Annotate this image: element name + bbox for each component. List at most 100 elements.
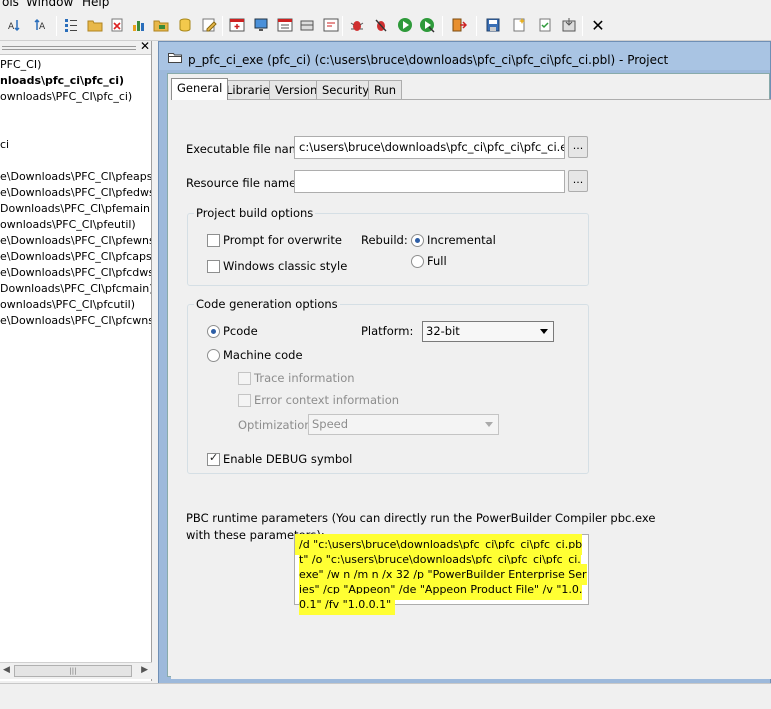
cabinet-icon[interactable] <box>298 16 316 34</box>
save-icon[interactable] <box>484 16 502 34</box>
close-pane-icon[interactable]: ✕ <box>140 41 150 53</box>
window-list-icon[interactable] <box>276 16 294 34</box>
optimization-select[interactable]: Speed <box>308 414 499 435</box>
optimization-value: Speed <box>312 417 349 431</box>
optimization-label: Optimization: <box>238 418 316 432</box>
project-painter: General Libraries Version Security Run E… <box>167 73 771 679</box>
full-label: Full <box>427 254 447 268</box>
scroll-thumb[interactable]: ||| <box>14 665 132 677</box>
tree-item[interactable]: e\Downloads\PFC_CI\pfedwsrv <box>0 186 151 200</box>
group-title: Code generation options <box>194 297 340 311</box>
export-icon[interactable] <box>560 16 578 34</box>
tree-item[interactable]: ci <box>0 138 9 152</box>
prompt-overwrite-checkbox[interactable] <box>207 234 220 247</box>
toolbar-separator <box>342 16 343 36</box>
toolbar-separator <box>582 16 583 36</box>
project-build-options-group: Project build options Prompt for overwri… <box>187 206 589 286</box>
resource-file-input[interactable] <box>294 170 565 193</box>
toolbar-separator <box>56 16 57 36</box>
executable-file-input[interactable]: c:\users\bruce\downloads\pfc_ci\pfc_ci\p… <box>294 136 565 159</box>
resource-label: Resource file name: <box>186 176 301 190</box>
group-title: Project build options <box>194 206 316 220</box>
error-context-checkbox[interactable] <box>238 394 251 407</box>
check-in-icon[interactable] <box>536 16 554 34</box>
platform-value: 32-bit <box>426 324 460 338</box>
toolbar: A A ✕ <box>0 10 771 41</box>
monitor-icon[interactable] <box>252 16 270 34</box>
tree-item[interactable]: ownloads\PFC_CI\pfcutil) <box>0 298 135 312</box>
machine-code-label: Machine code <box>223 348 303 362</box>
library-folder-icon[interactable] <box>152 16 170 34</box>
edit-pencil-icon[interactable] <box>200 16 218 34</box>
chart-report-icon[interactable] <box>130 16 148 34</box>
tree-item[interactable]: Downloads\PFC_CI\pfcmain) <box>0 282 151 296</box>
error-context-label: Error context information <box>254 393 400 407</box>
scroll-left-icon[interactable]: ◀ <box>3 665 10 675</box>
pbc-params-textbox[interactable]: /d "c:\users\bruce\downloads\pfc_ci\pfc_… <box>294 534 589 611</box>
debug-bug-icon[interactable] <box>348 16 366 34</box>
menu-tools[interactable]: ols <box>2 0 19 9</box>
tree-item[interactable]: Downloads\PFC_CI\pfemain) <box>0 202 151 216</box>
enable-debug-checkbox[interactable] <box>207 451 220 466</box>
full-radio[interactable] <box>411 255 424 268</box>
open-folder-icon[interactable] <box>86 16 104 34</box>
window-titlebar[interactable]: p_pfc_ci_exe (pfc_ci) (c:\users\bruce\do… <box>159 42 770 70</box>
status-bar <box>0 683 771 709</box>
executable-browse-button[interactable]: ... <box>568 136 588 158</box>
incremental-label: Incremental <box>427 233 496 247</box>
trace-information-checkbox[interactable] <box>238 372 251 385</box>
menu-window[interactable]: Window <box>26 0 73 9</box>
scroll-right-icon[interactable]: ▶ <box>141 665 148 675</box>
tab-general[interactable]: General <box>171 78 229 100</box>
pbc-params-text: /d "c:\users\bruce\downloads\pfc_ci\pfc_… <box>299 537 587 612</box>
executable-label: Executable file name: <box>186 142 311 156</box>
run-icon[interactable] <box>396 16 414 34</box>
machine-code-radio[interactable] <box>207 349 220 362</box>
tree-item[interactable]: e\Downloads\PFC_CI\pfcdwsrv <box>0 266 151 280</box>
toolbar-separator <box>476 16 477 36</box>
tree-horizontal-scrollbar[interactable]: ◀ ||| ▶ <box>0 662 152 679</box>
pbc-params-label-line1: PBC runtime parameters (You can directly… <box>186 511 656 525</box>
debug-stop-icon[interactable] <box>372 16 390 34</box>
incremental-radio[interactable] <box>411 234 424 247</box>
menu-bar: ols Window Help <box>0 0 771 10</box>
menu-help[interactable]: Help <box>82 0 109 9</box>
tree-item[interactable]: e\Downloads\PFC_CI\pfcwnsrv <box>0 314 151 328</box>
select-run-icon[interactable] <box>418 16 436 34</box>
pcode-radio[interactable] <box>207 325 220 338</box>
properties-window-icon[interactable] <box>322 16 340 34</box>
project-window: p_pfc_ci_exe (pfc_ci) (c:\users\bruce\do… <box>158 41 771 685</box>
tree-item-target[interactable]: nloads\pfc_ci\pfc_ci) <box>0 74 124 88</box>
tab-run[interactable]: Run <box>368 80 403 100</box>
chevron-down-icon <box>540 329 548 334</box>
sort-ascending-icon[interactable]: A <box>6 16 24 34</box>
tab-security[interactable]: Security <box>316 80 376 100</box>
resource-browse-button[interactable]: ... <box>568 170 588 192</box>
toolbar-separator <box>442 16 443 36</box>
rebuild-label: Rebuild: <box>361 233 408 247</box>
new-object-icon[interactable] <box>510 16 528 34</box>
list-view-icon[interactable] <box>62 16 80 34</box>
code-generation-options-group: Code generation options Pcode Machine co… <box>187 297 589 474</box>
tree-item[interactable]: ownloads\PFC_CI\pfc_ci) <box>0 90 132 104</box>
delete-file-icon[interactable] <box>108 16 126 34</box>
tree-item[interactable]: e\Downloads\PFC_CI\pfcapsrv) <box>0 250 151 264</box>
tree-item[interactable]: ownloads\PFC_CI\pfeutil) <box>0 218 136 232</box>
windows-classic-checkbox[interactable] <box>207 260 220 273</box>
new-window-icon[interactable] <box>228 16 246 34</box>
close-icon[interactable]: ✕ <box>589 16 607 35</box>
platform-select[interactable]: 32-bit <box>422 321 554 342</box>
prompt-overwrite-label: Prompt for overwrite <box>223 233 342 247</box>
tree-item[interactable]: e\Downloads\PFC_CI\pfeapsrv) <box>0 170 151 184</box>
toolbar-separator <box>222 16 223 36</box>
platform-label: Platform: <box>361 324 414 338</box>
tree-item[interactable]: PFC_CI) <box>0 58 41 72</box>
pane-grip[interactable] <box>2 46 136 50</box>
pbc-params-highlighted: /d "c:\users\bruce\downloads\pfc_ci\pfc_… <box>299 538 587 611</box>
tree-item[interactable]: e\Downloads\PFC_CI\pfewnsrv <box>0 234 151 248</box>
svg-text:A: A <box>8 22 15 32</box>
general-tab-panel: Executable file name: c:\users\bruce\dow… <box>171 99 771 679</box>
sort-descending-icon[interactable]: A <box>32 16 50 34</box>
exit-door-icon[interactable] <box>450 16 468 34</box>
database-icon[interactable] <box>176 16 194 34</box>
